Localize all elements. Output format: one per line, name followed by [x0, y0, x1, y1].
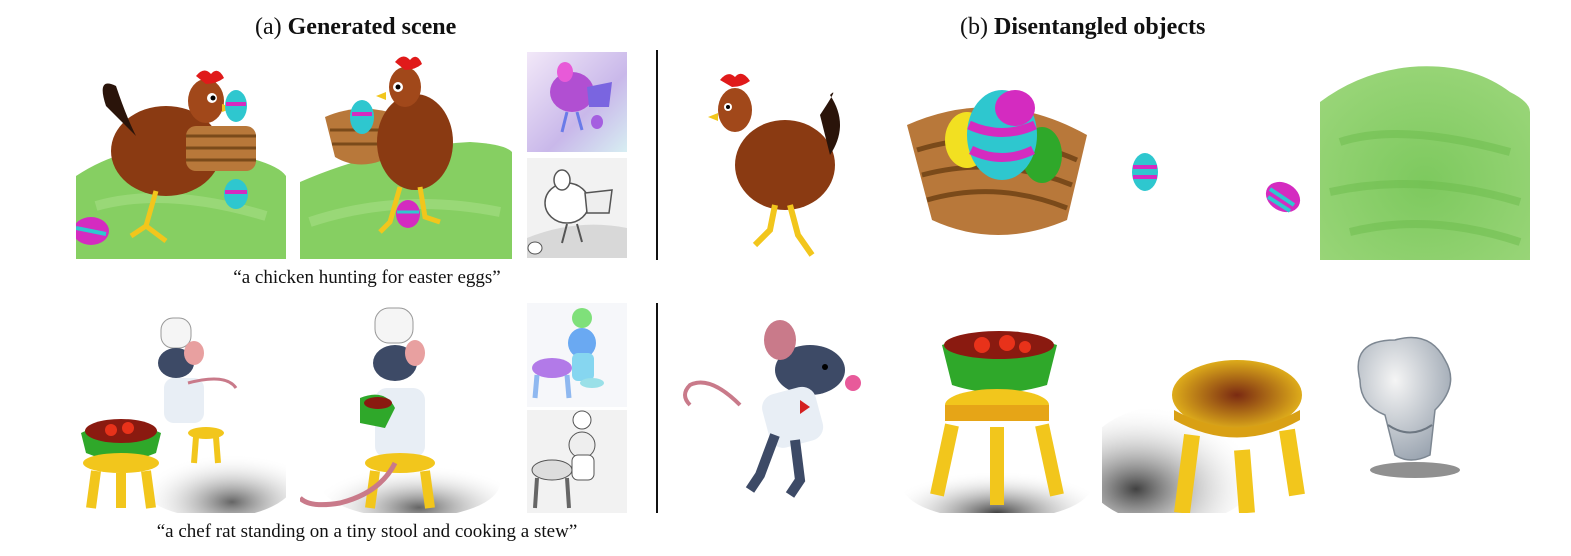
divider-row-2	[656, 303, 658, 513]
panel-b-heading: Disentangled objects	[993, 14, 1206, 40]
scene-rat-normal-map	[527, 303, 627, 407]
scene-chicken-normal-map	[527, 52, 627, 152]
scene-rat-view-1	[76, 303, 286, 513]
scene-rat-depth-map	[527, 410, 627, 513]
panel-a-prefix: (a)	[255, 14, 282, 40]
panel-b-prefix: (b)	[960, 14, 988, 40]
caption-row-2: “a chef rat standing on a tiny stool and…	[156, 521, 578, 542]
panel-a-heading: Generated scene	[287, 14, 457, 40]
object-chicken	[680, 55, 870, 260]
scene-chicken-view-2	[300, 52, 512, 259]
scene-chicken-view-1	[76, 66, 286, 259]
panel-b-title: (b) Disentangled objects	[960, 14, 1205, 41]
object-rat	[680, 315, 870, 505]
object-stool	[1102, 315, 1312, 513]
object-egg-1	[1125, 145, 1165, 200]
scene-chicken-depth-map	[527, 158, 627, 258]
object-basket	[897, 80, 1097, 250]
divider-row-1	[656, 50, 658, 260]
panel-a-title: (a) Generated scene	[255, 14, 456, 41]
object-chef-hat	[1340, 330, 1470, 480]
scene-rat-view-2	[300, 303, 512, 513]
caption-row-1: “a chicken hunting for easter eggs”	[233, 267, 501, 288]
object-stool-with-bowl	[897, 315, 1092, 513]
object-grass	[1320, 62, 1530, 260]
object-egg-2	[1258, 175, 1308, 220]
